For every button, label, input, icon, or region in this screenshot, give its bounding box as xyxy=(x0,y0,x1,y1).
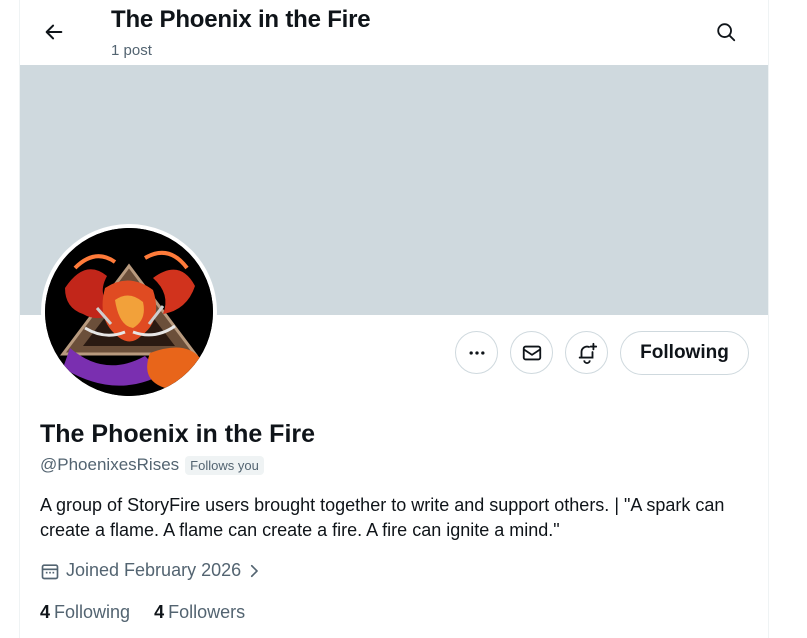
display-name: The Phoenix in the Fire xyxy=(40,420,316,448)
following-count: 4 xyxy=(40,602,51,622)
search-icon xyxy=(717,23,736,42)
joined-date[interactable]: Joined February 2026 xyxy=(40,560,263,581)
avatar[interactable] xyxy=(45,228,213,396)
back-button[interactable] xyxy=(34,12,74,52)
profile-header: The Phoenix in the Fire 1 post xyxy=(20,0,768,65)
header-title: The Phoenix in the Fire xyxy=(111,6,371,33)
following-button[interactable]: Following xyxy=(620,331,749,375)
followers-label: Followers xyxy=(168,602,246,622)
handle-row: @PhoenixesRises Follows you xyxy=(40,455,264,475)
phoenix-logo xyxy=(45,228,213,396)
notifications-button[interactable] xyxy=(565,331,608,374)
joined-text: Joined February 2026 xyxy=(66,560,242,580)
follows-you-badge: Follows you xyxy=(185,455,264,475)
more-icon xyxy=(469,350,484,355)
followers-stat[interactable]: 4 Followers xyxy=(154,602,245,623)
handle: @PhoenixesRises xyxy=(40,455,180,474)
message-button[interactable] xyxy=(510,331,553,374)
profile-column: The Phoenix in the Fire 1 post Following… xyxy=(19,0,769,638)
arrow-left-icon xyxy=(45,24,63,40)
followers-count: 4 xyxy=(154,602,165,622)
post-count: 1 post xyxy=(111,42,152,59)
chevron-right-icon xyxy=(251,564,258,577)
more-button[interactable] xyxy=(455,331,498,374)
calendar-icon xyxy=(41,563,59,579)
bell-plus-icon xyxy=(578,342,597,364)
search-button[interactable] xyxy=(706,12,746,52)
following-label: Following xyxy=(54,602,131,622)
mail-icon xyxy=(522,345,541,360)
follow-stats: 4 Following 4 Followers xyxy=(40,602,245,623)
bio: A group of StoryFire users brought toget… xyxy=(40,495,725,540)
following-stat[interactable]: 4 Following xyxy=(40,602,130,623)
